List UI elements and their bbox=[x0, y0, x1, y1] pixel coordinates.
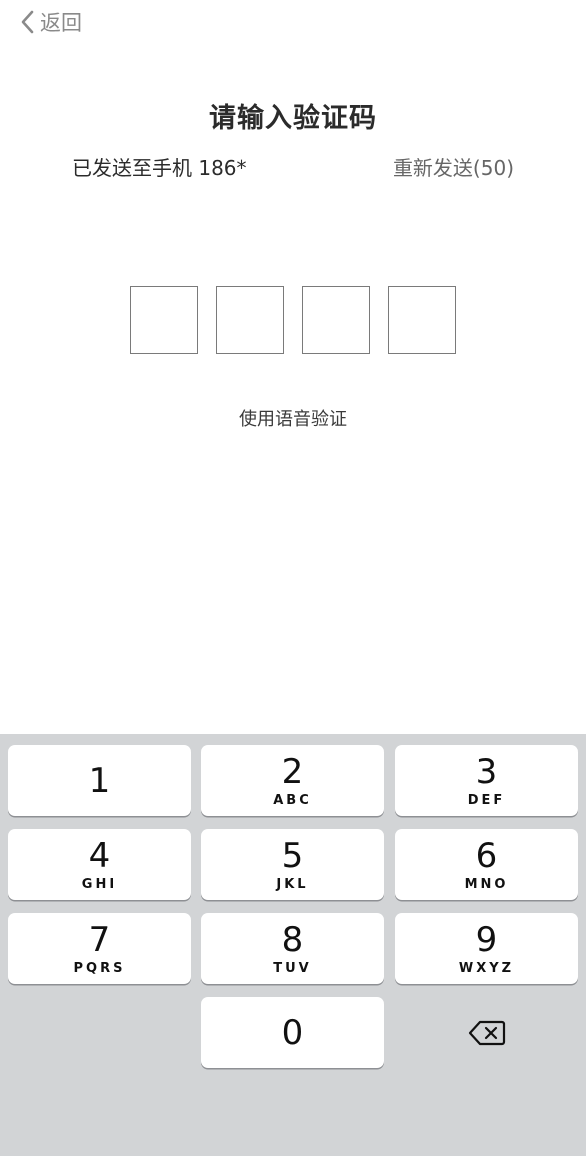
key-digit: 3 bbox=[475, 752, 498, 792]
voice-verification-link[interactable]: 使用语音验证 bbox=[0, 405, 586, 431]
page-title: 请输入验证码 bbox=[209, 103, 377, 134]
code-digit-box[interactable] bbox=[130, 286, 198, 354]
key-8[interactable]: 8 TUV bbox=[201, 913, 384, 984]
code-digit-box[interactable] bbox=[388, 286, 456, 354]
key-digit: 2 bbox=[281, 752, 304, 792]
verification-screen: 返回 请输入验证码 已发送至手机 186* 重新发送(50) 使用语音验证 1 … bbox=[0, 0, 586, 1156]
key-0[interactable]: 0 bbox=[201, 997, 384, 1068]
key-letters: GHI bbox=[81, 877, 118, 892]
key-letters: MNO bbox=[464, 877, 509, 892]
key-6[interactable]: 6 MNO bbox=[395, 829, 578, 900]
sent-to-phone-text: 已发送至手机 186* bbox=[72, 156, 247, 180]
resend-button[interactable]: 重新发送(50) bbox=[393, 152, 514, 181]
sent-info-row: 已发送至手机 186* 重新发送(50) bbox=[0, 152, 586, 184]
key-5[interactable]: 5 JKL bbox=[201, 829, 384, 900]
key-1[interactable]: 1 bbox=[8, 745, 191, 816]
key-letters: PQRS bbox=[73, 961, 126, 976]
key-7[interactable]: 7 PQRS bbox=[8, 913, 191, 984]
key-2[interactable]: 2 ABC bbox=[201, 745, 384, 816]
key-3[interactable]: 3 DEF bbox=[395, 745, 578, 816]
code-digit-box[interactable] bbox=[216, 286, 284, 354]
key-letters: JKL bbox=[276, 877, 309, 892]
key-letters: DEF bbox=[467, 793, 506, 808]
back-button[interactable]: 返回 bbox=[20, 6, 82, 38]
code-input-group[interactable] bbox=[130, 286, 456, 356]
key-digit: 9 bbox=[475, 920, 498, 960]
key-letters: TUV bbox=[273, 961, 312, 976]
key-digit: 0 bbox=[281, 1013, 304, 1053]
key-4[interactable]: 4 GHI bbox=[8, 829, 191, 900]
key-9[interactable]: 9 WXYZ bbox=[395, 913, 578, 984]
key-digit: 8 bbox=[281, 920, 304, 960]
nav-bar: 返回 bbox=[0, 0, 586, 44]
back-label: 返回 bbox=[40, 11, 82, 35]
code-digit-box[interactable] bbox=[302, 286, 370, 354]
key-digit: 4 bbox=[88, 836, 111, 876]
key-letters: WXYZ bbox=[458, 961, 515, 976]
key-digit: 1 bbox=[88, 761, 111, 801]
delete-key[interactable] bbox=[395, 997, 578, 1068]
key-digit: 6 bbox=[475, 836, 498, 876]
key-letters: ABC bbox=[273, 793, 312, 808]
key-digit: 5 bbox=[281, 836, 304, 876]
numeric-keypad: 1 2 ABC 3 DEF 4 GHI 5 JKL 6 MNO 7 PQRS 8 bbox=[0, 734, 586, 1156]
key-digit: 7 bbox=[88, 920, 111, 960]
backspace-icon bbox=[468, 1020, 505, 1045]
chevron-left-icon bbox=[21, 10, 34, 34]
